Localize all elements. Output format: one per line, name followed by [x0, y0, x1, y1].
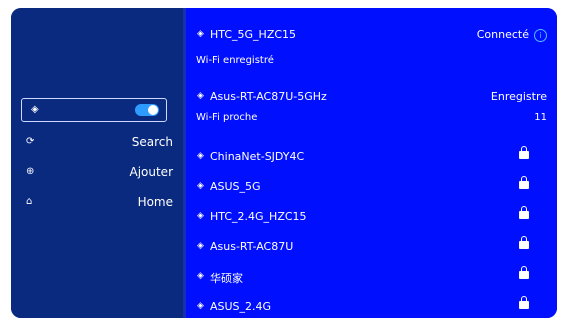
network-name: 华硕家 — [210, 272, 243, 285]
sidebar-item-home[interactable]: ⌂ Home — [11, 194, 183, 214]
info-icon[interactable]: i — [534, 29, 547, 42]
network-row-saved[interactable]: ◈ Asus-RT-AC87U-5GHz Enregistre — [186, 88, 557, 108]
network-status: Connecté — [476, 28, 529, 41]
sidebar-item-label: Ajouter — [129, 165, 173, 179]
lock-icon — [519, 176, 529, 189]
lock-icon — [519, 296, 529, 309]
lock-icon — [519, 206, 529, 219]
wifi-icon: ◈ — [197, 181, 204, 191]
sidebar-item-label: Search — [131, 135, 173, 149]
network-row[interactable]: ◈ 华硕家 — [186, 266, 557, 288]
sidebar: ◈ ⟳ Search ⊕ Ajouter ⌂ Home — [11, 8, 183, 318]
network-list-panel: ◈ HTC_5G_HZC15 Connecté i Wi-Fi enregist… — [186, 8, 557, 318]
wifi-icon: ◈ — [197, 301, 204, 311]
wifi-icon: ◈ — [197, 29, 204, 39]
sidebar-item-ajouter[interactable]: ⊕ Ajouter — [11, 164, 183, 184]
lock-icon — [519, 266, 529, 279]
wifi-toggle-row[interactable]: ◈ — [21, 98, 167, 122]
wifi-icon: ◈ — [197, 241, 204, 251]
sidebar-item-search[interactable]: ⟳ Search — [11, 134, 183, 154]
wifi-icon: ◈ — [197, 211, 204, 221]
network-row[interactable]: ◈ Asus-RT-AC87U — [186, 236, 557, 258]
wifi-icon: ◈ — [197, 91, 204, 101]
toggle-knob — [148, 105, 158, 115]
network-name: Asus-RT-AC87U-5GHz — [210, 90, 327, 103]
network-status: Enregistre — [490, 90, 547, 103]
lock-icon — [519, 236, 529, 249]
network-name: ChinaNet-SJDY4C — [210, 150, 305, 163]
network-name: ASUS_2.4G — [210, 300, 272, 313]
wifi-icon: ◈ — [197, 151, 204, 161]
network-name: ASUS_5G — [210, 180, 261, 193]
refresh-icon: ⟳ — [26, 136, 35, 147]
wifi-settings-window: ◈ ⟳ Search ⊕ Ajouter ⌂ Home ◈ HTC_5G_HZC… — [11, 8, 557, 318]
nearby-section-label: Wi-Fi proche — [196, 112, 258, 123]
network-row[interactable]: ◈ HTC_2.4G_HZC15 — [186, 206, 557, 228]
nearby-count: 11 — [534, 112, 547, 123]
add-icon: ⊕ — [26, 166, 35, 177]
saved-section-label: Wi-Fi enregistré — [196, 55, 274, 66]
wifi-icon: ◈ — [197, 271, 204, 281]
network-row[interactable]: ◈ ASUS_5G — [186, 176, 557, 198]
network-name: HTC_2.4G_HZC15 — [210, 210, 307, 223]
sidebar-item-label: Home — [137, 195, 173, 209]
wifi-icon: ◈ — [31, 104, 39, 115]
home-icon: ⌂ — [26, 196, 33, 207]
network-row-connected[interactable]: ◈ HTC_5G_HZC15 Connecté i — [186, 26, 557, 46]
network-name: Asus-RT-AC87U — [210, 240, 294, 253]
wifi-toggle-switch[interactable] — [135, 104, 159, 116]
network-row[interactable]: ◈ ASUS_2.4G — [186, 296, 557, 318]
network-row[interactable]: ◈ ChinaNet-SJDY4C — [186, 146, 557, 168]
network-name: HTC_5G_HZC15 — [210, 28, 297, 41]
lock-icon — [519, 146, 529, 159]
